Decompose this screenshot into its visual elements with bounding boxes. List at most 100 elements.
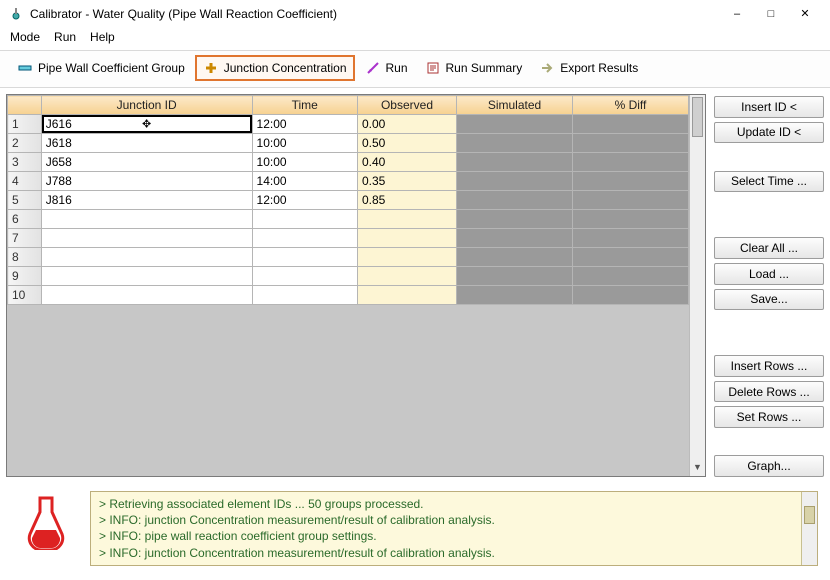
cell-percent-diff[interactable]: [572, 286, 688, 305]
menu-run[interactable]: Run: [54, 30, 76, 44]
cell-time[interactable]: [252, 229, 357, 248]
table-row[interactable]: 5J81612:000.85: [8, 191, 689, 210]
row-header[interactable]: 4: [8, 172, 42, 191]
cell-junction-id[interactable]: [41, 286, 252, 305]
row-header[interactable]: 7: [8, 229, 42, 248]
select-time-button[interactable]: Select Time ...: [714, 171, 824, 193]
cell-time[interactable]: 12:00: [252, 191, 357, 210]
row-header[interactable]: 5: [8, 191, 42, 210]
col-junction-id[interactable]: Junction ID: [41, 96, 252, 115]
cell-observed[interactable]: 0.40: [357, 153, 456, 172]
table-row[interactable]: 3J65810:000.40: [8, 153, 689, 172]
log-scrollbar[interactable]: [801, 492, 817, 565]
graph-button[interactable]: Graph...: [714, 455, 824, 477]
insert-id-button[interactable]: Insert ID <: [714, 96, 824, 118]
tab-junction-concentration[interactable]: Junction Concentration: [195, 55, 355, 81]
minimize-button[interactable]: –: [720, 3, 754, 25]
cell-time[interactable]: 12:00: [252, 115, 357, 134]
table-row[interactable]: 2J61810:000.50: [8, 134, 689, 153]
row-header[interactable]: 1: [8, 115, 42, 134]
cell-percent-diff[interactable]: [572, 172, 688, 191]
cell-percent-diff[interactable]: [572, 229, 688, 248]
cell-time[interactable]: 10:00: [252, 153, 357, 172]
cell-observed[interactable]: [357, 286, 456, 305]
load-button[interactable]: Load ...: [714, 263, 824, 285]
cell-observed[interactable]: 0.35: [357, 172, 456, 191]
cell-percent-diff[interactable]: [572, 115, 688, 134]
cell-observed[interactable]: [357, 248, 456, 267]
cell-junction-id[interactable]: [41, 210, 252, 229]
close-button[interactable]: ✕: [788, 3, 822, 25]
cell-time[interactable]: 14:00: [252, 172, 357, 191]
cell-simulated[interactable]: [457, 267, 573, 286]
table-row[interactable]: 8: [8, 248, 689, 267]
cell-percent-diff[interactable]: [572, 248, 688, 267]
row-header[interactable]: 6: [8, 210, 42, 229]
save-button[interactable]: Save...: [714, 289, 824, 311]
cell-simulated[interactable]: [457, 115, 573, 134]
cell-junction-id[interactable]: J658: [41, 153, 252, 172]
cell-percent-diff[interactable]: [572, 267, 688, 286]
tab-pipe-wall-group[interactable]: Pipe Wall Coefficient Group: [10, 56, 192, 80]
table-row[interactable]: 7: [8, 229, 689, 248]
cell-junction-id[interactable]: [41, 229, 252, 248]
insert-rows-button[interactable]: Insert Rows ...: [714, 355, 824, 377]
cell-junction-id[interactable]: J616✥: [41, 115, 252, 134]
table-row[interactable]: 6: [8, 210, 689, 229]
table-row[interactable]: 4J78814:000.35: [8, 172, 689, 191]
scroll-thumb[interactable]: [692, 97, 703, 137]
cell-observed[interactable]: 0.00: [357, 115, 456, 134]
row-header[interactable]: 3: [8, 153, 42, 172]
cell-observed[interactable]: 0.85: [357, 191, 456, 210]
cell-simulated[interactable]: [457, 286, 573, 305]
cell-simulated[interactable]: [457, 153, 573, 172]
col-time[interactable]: Time: [252, 96, 357, 115]
grid-corner[interactable]: [8, 96, 42, 115]
data-grid[interactable]: Junction ID Time Observed Simulated % Di…: [6, 94, 706, 477]
cell-junction-id[interactable]: J788: [41, 172, 252, 191]
cell-simulated[interactable]: [457, 210, 573, 229]
cell-junction-id[interactable]: J816: [41, 191, 252, 210]
cell-simulated[interactable]: [457, 191, 573, 210]
col-observed[interactable]: Observed: [357, 96, 456, 115]
cell-junction-id[interactable]: [41, 267, 252, 286]
cell-percent-diff[interactable]: [572, 134, 688, 153]
cell-observed[interactable]: [357, 210, 456, 229]
cell-percent-diff[interactable]: [572, 191, 688, 210]
table-row[interactable]: 10: [8, 286, 689, 305]
scroll-down-icon[interactable]: ▼: [690, 460, 705, 476]
row-header[interactable]: 9: [8, 267, 42, 286]
grid-scrollbar[interactable]: ▲ ▼: [689, 95, 705, 476]
cell-junction-id[interactable]: [41, 248, 252, 267]
cell-simulated[interactable]: [457, 229, 573, 248]
row-header[interactable]: 8: [8, 248, 42, 267]
cell-time[interactable]: [252, 286, 357, 305]
cell-simulated[interactable]: [457, 248, 573, 267]
update-id-button[interactable]: Update ID <: [714, 122, 824, 144]
run-button[interactable]: Run: [358, 56, 415, 80]
cell-time[interactable]: [252, 267, 357, 286]
menu-help[interactable]: Help: [90, 30, 115, 44]
cell-simulated[interactable]: [457, 134, 573, 153]
col-percent-diff[interactable]: % Diff: [572, 96, 688, 115]
cell-percent-diff[interactable]: [572, 153, 688, 172]
menu-mode[interactable]: Mode: [10, 30, 40, 44]
run-summary-button[interactable]: Run Summary: [418, 56, 530, 80]
cell-junction-id[interactable]: J618: [41, 134, 252, 153]
export-results-button[interactable]: Export Results: [532, 56, 645, 80]
cell-observed[interactable]: [357, 229, 456, 248]
cell-percent-diff[interactable]: [572, 210, 688, 229]
table-row[interactable]: 1J616✥12:000.00: [8, 115, 689, 134]
maximize-button[interactable]: □: [754, 3, 788, 25]
cell-simulated[interactable]: [457, 172, 573, 191]
cell-observed[interactable]: [357, 267, 456, 286]
clear-all-button[interactable]: Clear All ...: [714, 237, 824, 259]
cell-time[interactable]: 10:00: [252, 134, 357, 153]
log-scroll-thumb[interactable]: [804, 506, 815, 524]
delete-rows-button[interactable]: Delete Rows ...: [714, 381, 824, 403]
set-rows-button[interactable]: Set Rows ...: [714, 406, 824, 428]
col-simulated[interactable]: Simulated: [457, 96, 573, 115]
cell-time[interactable]: [252, 210, 357, 229]
cell-observed[interactable]: 0.50: [357, 134, 456, 153]
row-header[interactable]: 2: [8, 134, 42, 153]
